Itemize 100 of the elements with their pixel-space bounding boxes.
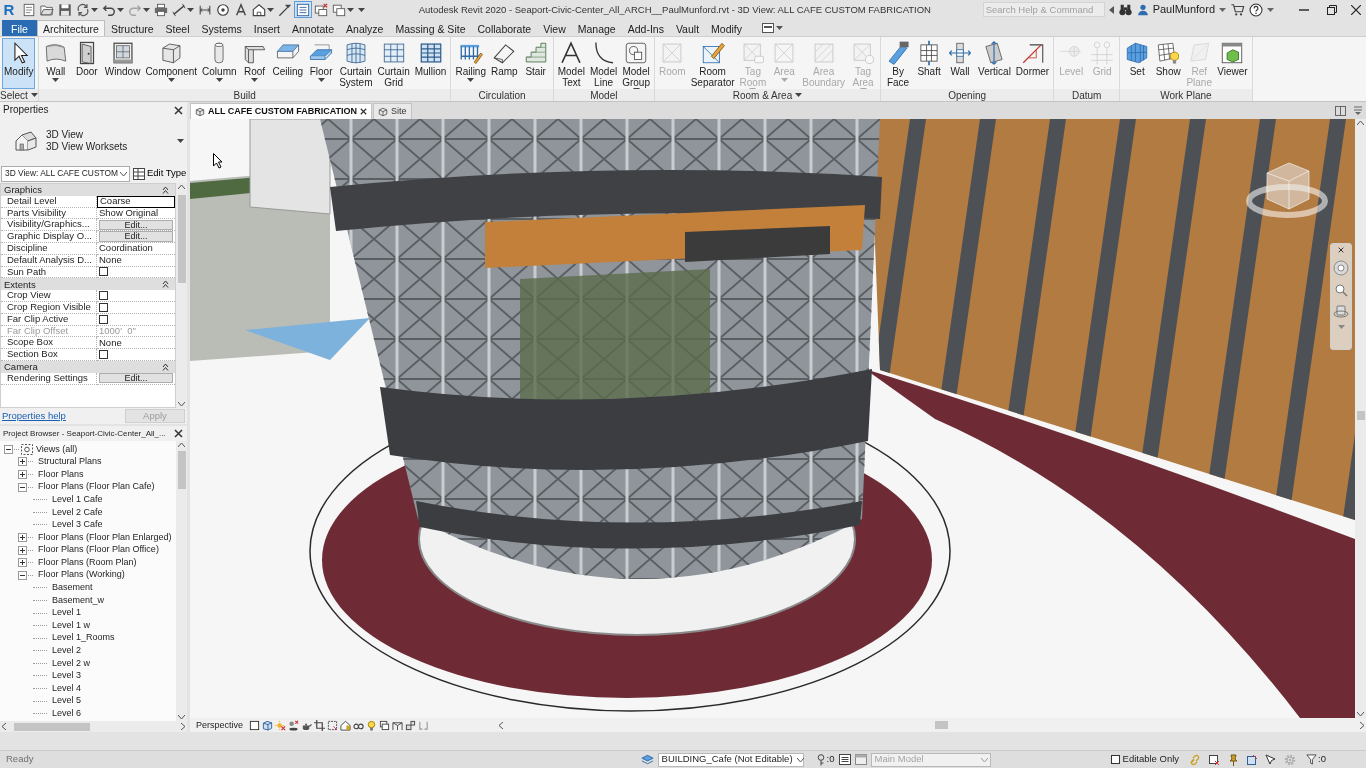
ribbon-button[interactable]: Ramp [489, 38, 520, 89]
scrollbar-thumb[interactable] [177, 195, 186, 283]
ribbon-button[interactable]: Model Text [555, 38, 587, 89]
tree-item[interactable]: Floor Plans (Working) [38, 568, 125, 582]
scrollbar-thumb[interactable] [14, 722, 90, 731]
ribbon-tab[interactable]: Systems [195, 20, 248, 36]
house-icon[interactable] [340, 719, 352, 731]
tree-item[interactable]: Level 3 [52, 669, 82, 683]
scroll-right-icon[interactable] [1360, 721, 1364, 729]
ribbon-tab[interactable]: Massing & Site [389, 20, 472, 36]
zoom-icon[interactable] [1334, 283, 1348, 297]
scroll-left-icon[interactable] [499, 721, 504, 729]
ribbon-tab[interactable]: Steel [159, 20, 196, 36]
cart-icon[interactable] [1230, 2, 1245, 17]
ribbon-button[interactable]: Vertical [976, 38, 1013, 89]
group-header[interactable]: Camera [1, 360, 175, 373]
tile-icon[interactable] [1335, 106, 1346, 116]
checkbox[interactable] [99, 291, 108, 301]
tree-item[interactable]: Floor Plans (Floor Plan Office) [38, 543, 159, 557]
tree-item[interactable]: Basement_w [52, 593, 105, 608]
key-icon[interactable] [815, 753, 826, 766]
tree-item[interactable]: Basement [52, 581, 93, 595]
tree-item[interactable]: Level 4 [52, 681, 82, 696]
ribbon-button[interactable]: Room Separator [688, 38, 737, 89]
tree-item[interactable]: Level 6 [52, 707, 82, 721]
app-logo[interactable]: R [2, 1, 16, 18]
close-icon[interactable] [174, 105, 183, 115]
cube-icon[interactable] [262, 719, 274, 731]
frame-structure-icon[interactable] [392, 719, 404, 731]
ribbon-button[interactable]: Roof [239, 38, 270, 89]
scrollbar-thumb[interactable] [177, 451, 186, 489]
tree-item[interactable]: Level 1 [52, 606, 82, 620]
tree-item[interactable]: Level 1 Cafe [52, 492, 103, 507]
ribbon-button[interactable]: Mullion [412, 38, 449, 89]
quick-access-button[interactable] [312, 1, 330, 18]
checkbox[interactable] [1110, 755, 1120, 764]
ribbon-button[interactable]: Stair [520, 38, 551, 89]
ribbon-tab[interactable]: Analyze [340, 20, 390, 36]
checkbox-label[interactable]: Editable Only [1122, 752, 1180, 767]
collapse-chevron-icon[interactable] [162, 362, 169, 371]
collapse-icon[interactable] [18, 570, 27, 580]
ribbon-tab[interactable]: Structure [104, 20, 160, 36]
quick-access-button[interactable] [214, 1, 232, 18]
property-value-field[interactable]: Coarse [97, 195, 175, 208]
tree-item[interactable]: Level 2 [52, 644, 82, 658]
type-selector[interactable]: 3D View 3D View Worksets [0, 118, 187, 164]
menu-icon[interactable] [1354, 106, 1362, 116]
ribbon-button[interactable]: Railing [453, 38, 488, 89]
help-icon[interactable] [1249, 2, 1263, 17]
scroll-down-icon[interactable] [178, 715, 185, 719]
tree-item[interactable]: Level 2 w [52, 656, 91, 671]
tree-item[interactable]: Structural Plans [38, 455, 102, 469]
ribbon-button[interactable]: Model Line [587, 38, 620, 89]
group-header[interactable]: Extents [1, 278, 175, 291]
collapse-icon[interactable] [4, 444, 13, 454]
checkbox[interactable] [99, 350, 108, 360]
ribbon-tab[interactable]: Collaborate [471, 20, 538, 36]
scrollbar-thumb[interactable] [935, 721, 949, 729]
collapse-chevron-icon[interactable] [162, 185, 169, 194]
ribbon-button[interactable]: By Face [883, 38, 914, 89]
properties-help-link[interactable]: Properties help [2, 408, 66, 424]
ribbon-button[interactable]: Curtain Grid [375, 38, 412, 89]
quick-access-button[interactable] [56, 1, 74, 18]
ribbon-tab[interactable]: Manage [571, 20, 622, 36]
edit-button[interactable]: Edit... [99, 372, 173, 384]
ribbon-tab[interactable]: Architecture [36, 20, 105, 36]
stacked-frames-icon[interactable] [379, 719, 391, 731]
expand-icon[interactable] [18, 470, 27, 479]
expand-icon[interactable] [18, 545, 27, 555]
tree-item[interactable]: Views (all) [36, 442, 78, 457]
ribbon-tab[interactable]: Add-Ins [621, 20, 670, 36]
ribbon-button[interactable]: Show [1153, 38, 1184, 89]
scroll-up-icon[interactable] [178, 185, 185, 189]
expand-icon[interactable] [18, 457, 27, 467]
square-icon[interactable] [249, 719, 261, 731]
group-header[interactable]: Graphics [1, 184, 175, 196]
ribbon-button[interactable]: Window [102, 38, 143, 89]
pin-icon[interactable] [1227, 753, 1240, 766]
ribbon-button[interactable]: Curtain System [337, 38, 375, 89]
ribbon-button[interactable]: Floor [306, 38, 337, 89]
scroll-up-icon[interactable] [1357, 121, 1364, 125]
tree-item[interactable]: Floor Plans (Floor Plan Enlarged) [38, 530, 172, 545]
close-icon[interactable] [1338, 247, 1344, 253]
tree-item[interactable]: Level 3 Cafe [52, 518, 103, 532]
ribbon-button[interactable]: Shaft [914, 38, 945, 89]
scroll-up-icon[interactable] [178, 443, 185, 447]
ribbon-tab[interactable]: Modify [705, 20, 748, 36]
ribbon-button[interactable]: Set [1122, 38, 1153, 89]
instance-dropdown[interactable]: 3D View: ALL CAFE CUSTOM [1, 165, 130, 182]
expand-icon[interactable] [18, 558, 27, 568]
steering-wheel-icon[interactable] [1333, 260, 1349, 276]
dashed-frame-icon[interactable] [327, 719, 339, 731]
quick-access-button[interactable] [170, 1, 196, 18]
ribbon-button[interactable]: Viewer [1215, 38, 1250, 89]
expand-icon[interactable] [18, 532, 27, 542]
ribbon-button[interactable]: Ceiling [270, 38, 306, 89]
edit-button[interactable]: Edit... [99, 231, 173, 242]
exploded-cube-icon[interactable] [405, 719, 417, 731]
ribbon-button[interactable]: Door [71, 38, 102, 89]
ribbon-button[interactable]: Modify [2, 38, 36, 89]
